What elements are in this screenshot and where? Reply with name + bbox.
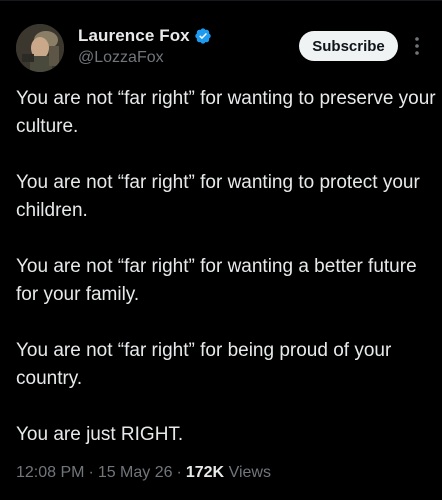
tweet-paragraph: You are just RIGHT. bbox=[16, 424, 184, 445]
tweet-header: Laurence Fox @LozzaFox Subscribe bbox=[16, 24, 430, 72]
avatar[interactable] bbox=[16, 24, 64, 72]
author-display-name[interactable]: Laurence Fox bbox=[78, 26, 190, 46]
tweet-time[interactable]: 12:08 PM bbox=[16, 464, 84, 481]
tweet-paragraph: You are not “far right” for being proud … bbox=[16, 340, 392, 389]
subscribe-button[interactable]: Subscribe bbox=[299, 31, 398, 61]
meta-separator: · bbox=[88, 464, 94, 481]
verified-badge-icon bbox=[194, 27, 212, 45]
meta-separator: · bbox=[176, 464, 182, 481]
author-handle[interactable]: @LozzaFox bbox=[78, 49, 212, 67]
tweet-card: Laurence Fox @LozzaFox Subscribe You are… bbox=[0, 0, 442, 500]
tweet-paragraph: You are not “far right” for wanting to p… bbox=[16, 172, 420, 221]
more-options-icon[interactable] bbox=[414, 36, 420, 56]
views-label: Views bbox=[228, 464, 271, 481]
tweet-text: You are not “far right” for wanting to p… bbox=[16, 85, 436, 449]
tweet-paragraph: You are not “far right” for wanting to p… bbox=[16, 88, 436, 137]
tweet-metadata: 12:08 PM · 15 May 26 · 172K Views bbox=[16, 464, 271, 482]
author-info[interactable]: Laurence Fox @LozzaFox bbox=[78, 25, 212, 67]
tweet-date[interactable]: 15 May 26 bbox=[98, 464, 173, 481]
avatar-image bbox=[16, 24, 64, 72]
divider bbox=[0, 0, 442, 1]
views-count[interactable]: 172K bbox=[186, 464, 224, 481]
tweet-paragraph: You are not “far right” for wanting a be… bbox=[16, 256, 417, 305]
